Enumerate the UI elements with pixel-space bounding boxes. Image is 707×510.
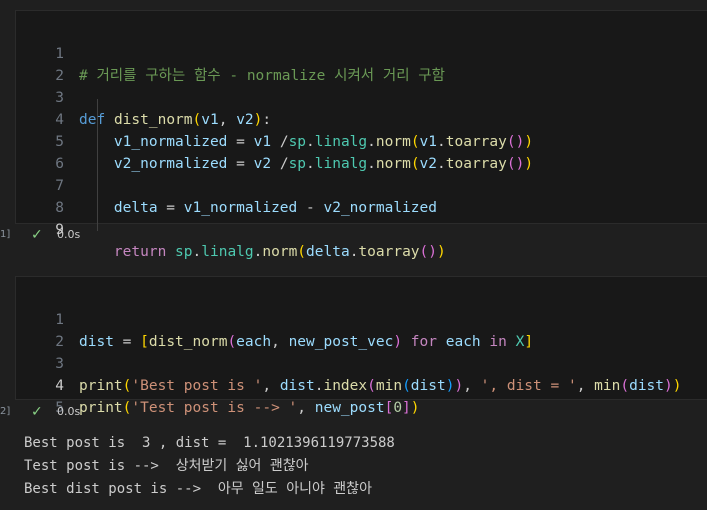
check-icon: ✓ [31,404,43,420]
code-line[interactable]: 8 [16,175,707,216]
code-line[interactable]: 1 dist = [dist_norm(each, new_post_vec) … [16,287,707,350]
code-line[interactable]: 3 print('Best post is ', dist.index(min(… [16,331,707,394]
code-line[interactable]: 9 return sp.linalg.norm(delta.toarray()) [16,197,707,260]
code-line[interactable]: 7 delta = v1_normalized - v2_normalized [16,153,707,216]
code-line[interactable]: 4 print('Test post is --> ', new_post[0]… [16,353,707,416]
code-text: return sp.linalg.norm(delta.toarray()) [113,244,446,260]
execution-count: 2] [0,406,11,417]
code-line[interactable]: 5 v2_normalized = v2 /sp.linalg.norm(v2.… [16,109,707,172]
code-cell-2[interactable]: 1 dist = [dist_norm(each, new_post_vec) … [15,276,707,438]
cell-output: Best post is 3 , dist = 1.10213961197735… [0,422,707,510]
execution-count: 1] [0,229,11,240]
output-line: Test post is --> 상처받기 싫어 괜찮아 [24,458,309,474]
code-line[interactable]: 3 def dist_norm(v1, v2): [16,65,707,128]
execution-time: 0.0s [57,228,81,241]
check-icon: ✓ [31,227,43,243]
output-line: Best dist post is --> 아무 일도 아니야 괜찮아 [24,481,372,497]
output-line: Best post is 3 , dist = 1.10213961197735… [24,435,395,451]
code-line[interactable]: 1 # 거리를 구하는 함수 - normalize 시켜서 거리 구함 [16,21,707,84]
code-line[interactable]: 2 [16,309,707,350]
code-cell-1[interactable]: 1 # 거리를 구하는 함수 - normalize 시켜서 거리 구함 2 3… [15,10,707,260]
code-text: print('Test post is --> ', new_post[0]) [79,400,420,416]
execution-time: 0.0s [57,405,81,418]
code-line[interactable]: 2 [16,43,707,84]
cell-2-status: 2] ✓ 0.0s [0,402,100,422]
code-line[interactable]: 4 v1_normalized = v1 /sp.linalg.norm(v1.… [16,87,707,150]
code-line[interactable]: 5 print('Best dist post is --> ', conten… [16,375,707,438]
code-line[interactable]: 6 [16,131,707,172]
cell-1-status: 1] ✓ 0.0s [0,225,100,245]
